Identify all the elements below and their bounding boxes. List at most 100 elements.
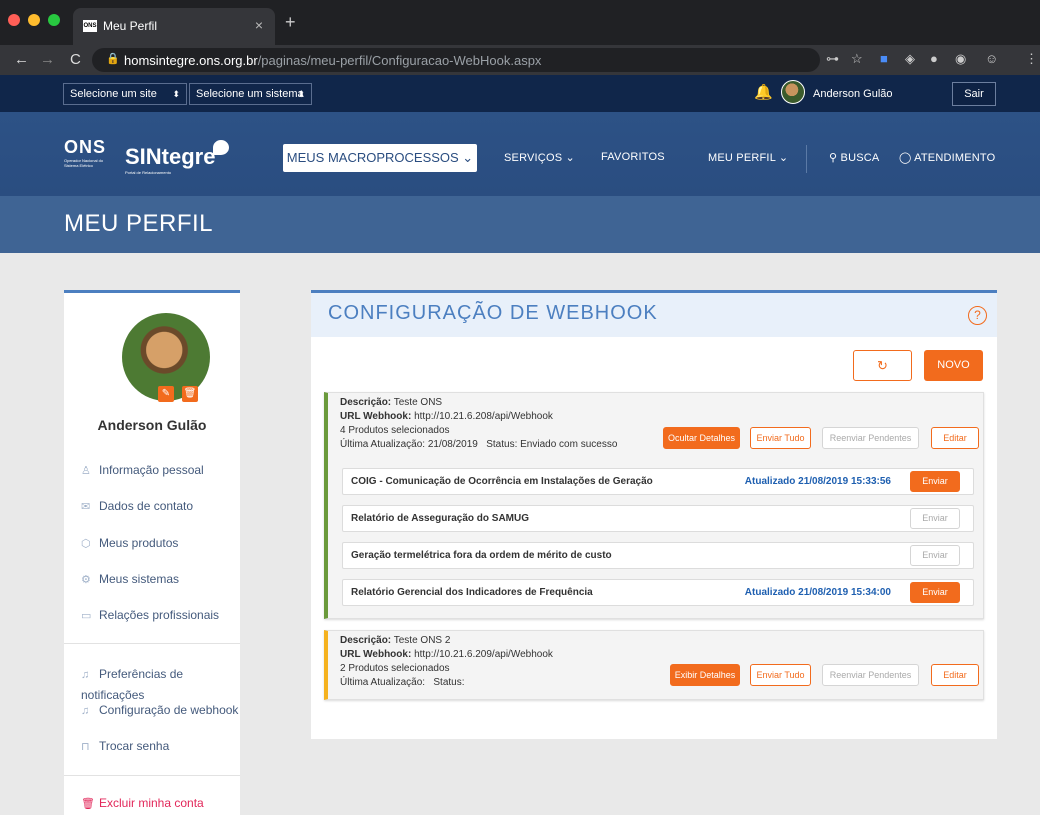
extension-dot-icon[interactable]: ●: [930, 51, 938, 66]
status-text: Status: Enviado com sucesso: [486, 439, 618, 450]
nav-atendimento[interactable]: ◯ ATENDIMENTO: [899, 151, 995, 164]
product-name: Geração termelétrica fora da ordem de mé…: [351, 550, 612, 561]
product-name: Relatório de Asseguração do SAMUG: [351, 513, 529, 524]
extension-icon[interactable]: ■: [880, 51, 888, 66]
product-row: COIG - Comunicação de Ocorrência em Inst…: [342, 468, 974, 495]
descricao-value: Teste ONS: [393, 397, 443, 408]
reenviar-pendentes-button[interactable]: Reenviar Pendentes: [822, 664, 919, 686]
gear-icon: ⚙: [81, 574, 91, 586]
menu-icon[interactable]: ⋮: [1025, 51, 1038, 67]
editar-button[interactable]: Editar: [931, 427, 979, 449]
tab-close-icon[interactable]: ×: [255, 17, 263, 33]
briefcase-icon: ▭: [81, 610, 92, 622]
panel-header: CONFIGURAÇÃO DE WEBHOOK ?: [311, 293, 997, 337]
url-value: http://10.21.6.208/api/Webhook: [414, 411, 553, 422]
webhook-info: Descrição: Teste ONS URL Webhook: http:/…: [340, 396, 617, 452]
ons-favicon-icon: ONS: [83, 20, 97, 32]
bell-icon: ♫: [81, 669, 90, 681]
enviar-button[interactable]: Enviar: [910, 471, 960, 492]
page-header: MEU PERFIL: [0, 196, 1040, 253]
sidebar-item-excluir-conta[interactable]: 🗑 Excluir minha conta: [81, 793, 204, 813]
enviar-button[interactable]: Enviar: [910, 508, 960, 529]
new-tab-icon[interactable]: +: [285, 13, 296, 31]
delete-photo-icon[interactable]: 🗑: [182, 386, 198, 402]
product-updated: Atualizado 21/08/2019 15:33:56: [744, 476, 891, 487]
notification-bell-icon[interactable]: 🔔: [754, 83, 773, 101]
minimize-window-icon[interactable]: [28, 14, 40, 26]
browser-tab-bar: ONS Meu Perfil × +: [0, 0, 1040, 45]
produtos-count: 2 Produtos selecionados: [340, 663, 450, 674]
site-select[interactable]: Selecione um site ⬍: [63, 83, 187, 105]
ons-logo-subtitle: Operador Nacional do Sistema Elétrico: [64, 158, 104, 168]
url-field[interactable]: 🔒 homsintegre.ons.org.br/paginas/meu-per…: [92, 48, 820, 72]
shield-extension-icon[interactable]: ◈: [905, 51, 915, 67]
editar-button[interactable]: Editar: [931, 664, 979, 686]
sidebar-item-trocar-senha[interactable]: ⊓ Trocar senha: [81, 736, 169, 756]
sidebar-item-preferencias-notificacoes[interactable]: ♫ Preferências de notificações: [81, 664, 240, 702]
sidebar-item-meus-sistemas[interactable]: ⚙ Meus sistemas: [81, 569, 179, 589]
nav-servicos[interactable]: SERVIÇOS ⌄: [504, 151, 575, 164]
enviar-button[interactable]: Enviar: [910, 582, 960, 603]
user-avatar[interactable]: [781, 80, 805, 104]
help-icon[interactable]: ?: [968, 306, 987, 325]
maximize-window-icon[interactable]: [48, 14, 60, 26]
product-row: Relatório Gerencial dos Indicadores de F…: [342, 579, 974, 606]
nav-favoritos[interactable]: FAVORITOS: [601, 151, 665, 163]
close-window-icon[interactable]: [8, 14, 20, 26]
enviar-button[interactable]: Enviar: [910, 545, 960, 566]
sintegre-logo[interactable]: SINtegre Portal de Relacionamento: [125, 140, 229, 175]
select-arrows-icon: ⬍: [297, 89, 305, 99]
novo-button[interactable]: NOVO: [924, 350, 983, 381]
box-icon: ⬡: [81, 538, 91, 550]
url-label: URL Webhook:: [340, 649, 412, 660]
tab-title: Meu Perfil: [103, 19, 158, 33]
panel-title: CONFIGURAÇÃO DE WEBHOOK: [328, 302, 658, 324]
toggle-details-button[interactable]: Exibir Detalhes: [670, 664, 740, 686]
sintegre-logo-subtitle: Portal de Relacionamento: [125, 170, 172, 175]
webhook-card: Descrição: Teste ONS 2 URL Webhook: http…: [324, 630, 984, 700]
search-icon: ⚲: [829, 152, 838, 164]
sidebar-item-dados-contato[interactable]: ✉ Dados de contato: [81, 496, 193, 516]
trash-icon: 🗑: [81, 798, 95, 810]
profile-icon[interactable]: ☺: [985, 51, 998, 66]
url-text: homsintegre.ons.org.br/paginas/meu-perfi…: [124, 53, 542, 68]
enviar-tudo-button[interactable]: Enviar Tudo: [750, 427, 811, 449]
descricao-label: Descrição:: [340, 397, 392, 408]
webhook-info: Descrição: Teste ONS 2 URL Webhook: http…: [340, 634, 553, 690]
descricao-value: Teste ONS 2: [393, 635, 451, 646]
site-select-value: Selecione um site: [70, 88, 157, 100]
nav-meu-perfil[interactable]: MEU PERFIL ⌄: [708, 151, 788, 164]
product-name: Relatório Gerencial dos Indicadores de F…: [351, 587, 593, 598]
browser-tab[interactable]: ONS Meu Perfil ×: [73, 8, 275, 45]
nav-busca[interactable]: ⚲ BUSCA: [829, 151, 879, 164]
edit-photo-icon[interactable]: ✎: [158, 386, 174, 402]
nav-busca-label: BUSCA: [840, 152, 880, 164]
bookmark-star-icon[interactable]: ☆: [851, 51, 863, 67]
chat-bubble-icon: ◯: [899, 152, 912, 164]
forward-icon[interactable]: →: [40, 51, 55, 68]
toggle-details-button[interactable]: Ocultar Detalhes: [663, 427, 740, 449]
extension-circle-icon[interactable]: ◉: [955, 51, 966, 67]
ons-logo[interactable]: ONS Operador Nacional do Sistema Elétric…: [64, 137, 108, 168]
bell-icon: ♫: [81, 705, 90, 717]
product-row: Relatório de Asseguração do SAMUG Enviar: [342, 505, 974, 532]
sidebar-item-label: Informação pessoal: [99, 463, 204, 477]
key-icon[interactable]: ⊶: [826, 51, 839, 67]
webhook-panel: CONFIGURAÇÃO DE WEBHOOK ? ↻ NOVO Descriç…: [311, 290, 997, 739]
sidebar-item-relacoes-profissionais[interactable]: ▭ Relações profissionais: [81, 605, 219, 625]
sidebar-item-configuracao-webhook[interactable]: ♫ Configuração de webhook: [81, 700, 238, 720]
sidebar-item-informacao-pessoal[interactable]: ♙ Informação pessoal: [81, 460, 204, 480]
back-icon[interactable]: ←: [14, 51, 29, 68]
url-label: URL Webhook:: [340, 411, 412, 422]
logout-button[interactable]: Sair: [952, 82, 996, 106]
refresh-button[interactable]: ↻: [853, 350, 912, 381]
enviar-tudo-button[interactable]: Enviar Tudo: [750, 664, 811, 686]
sidebar-divider: [64, 775, 240, 776]
user-name[interactable]: Anderson Gulão: [813, 88, 893, 100]
sidebar-item-meus-produtos[interactable]: ⬡ Meus produtos: [81, 533, 178, 553]
reenviar-pendentes-button[interactable]: Reenviar Pendentes: [822, 427, 919, 449]
macroprocessos-dropdown[interactable]: MEUS MACROPROCESSOS ⌄: [283, 144, 477, 172]
speech-bubble-icon: [213, 140, 229, 155]
reload-icon[interactable]: C: [70, 51, 81, 68]
system-select[interactable]: Selecione um sistema ⬍: [189, 83, 312, 105]
